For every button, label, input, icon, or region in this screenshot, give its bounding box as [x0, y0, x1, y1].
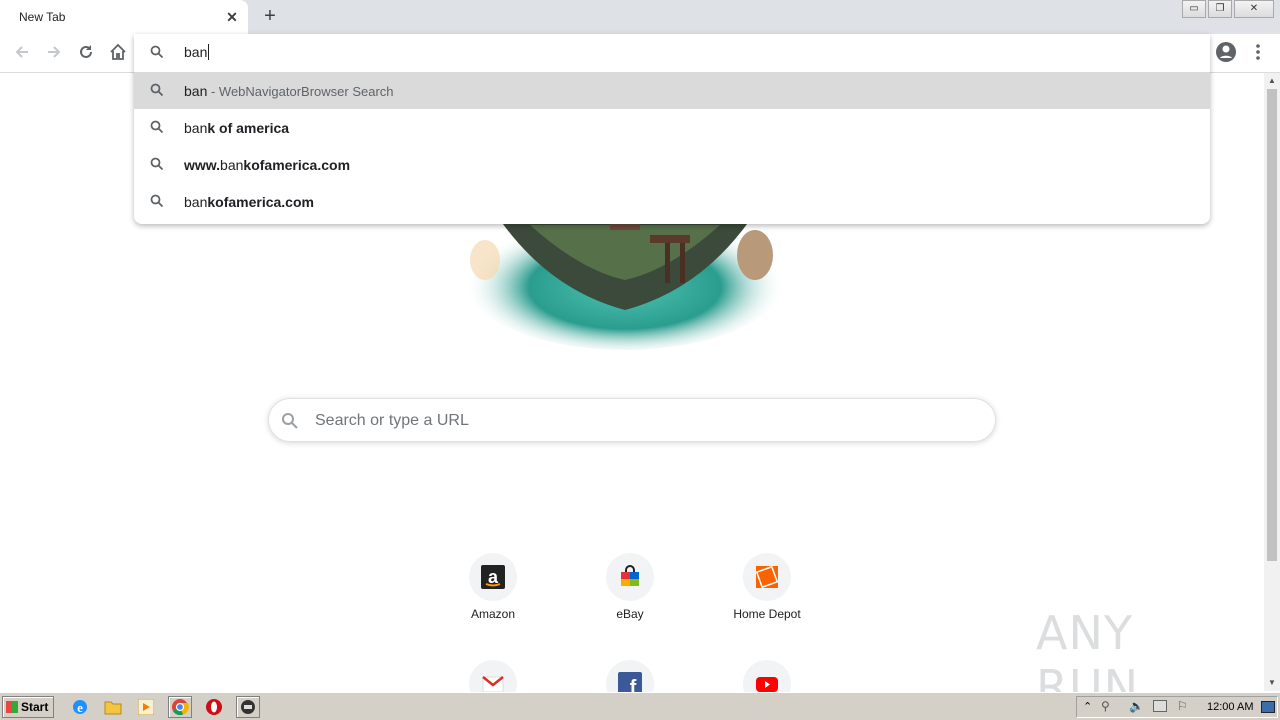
address-bar-text: ban: [184, 44, 210, 60]
opera-icon[interactable]: [202, 696, 226, 718]
internet-explorer-icon[interactable]: e: [68, 696, 92, 718]
reload-icon: [80, 45, 92, 58]
tray-search-icon[interactable]: ⚲: [1101, 699, 1110, 713]
page-scrollbar[interactable]: ▲ ▼: [1264, 73, 1280, 691]
folder-icon[interactable]: [101, 696, 125, 718]
home-depot-icon: [743, 553, 791, 601]
taskbar-clock[interactable]: 12:00 AM: [1207, 701, 1253, 713]
suggestion-item[interactable]: ban - WebNavigatorBrowser Search: [134, 72, 1210, 109]
chrome-icon[interactable]: [168, 696, 192, 718]
suggestion-item[interactable]: bank of america: [134, 109, 1210, 146]
search-icon: [150, 120, 164, 134]
search-placeholder: Search or type a URL: [315, 412, 469, 429]
menu-button[interactable]: [1246, 40, 1270, 64]
scroll-thumb[interactable]: [1267, 89, 1277, 561]
suggestion-text: bankofamerica.com: [184, 194, 314, 210]
text-caret: [208, 44, 210, 60]
start-button[interactable]: Start: [2, 696, 54, 718]
system-tray: ⌃ ⚲ 🔈 ⚐ 12:00 AM: [1076, 696, 1278, 718]
volume-icon[interactable]: 🔈: [1129, 699, 1144, 713]
search-icon: [150, 45, 164, 59]
media-player-icon[interactable]: [134, 696, 158, 718]
suggestion-text: ban - WebNavigatorBrowser Search: [184, 83, 394, 99]
suggestion-item[interactable]: www.bankofamerica.com: [134, 146, 1210, 183]
menu-icon: [1256, 44, 1260, 60]
tab-title: New Tab: [19, 10, 66, 24]
omnibox-dropdown: ban ban - WebNavigatorBrowser Search ban…: [134, 34, 1210, 224]
search-icon: [150, 83, 164, 97]
windows-logo-icon: [6, 701, 18, 713]
suggestion-text: www.bankofamerica.com: [184, 157, 351, 173]
shortcut-label: eBay: [616, 607, 644, 621]
shortcut-label: Amazon: [470, 607, 516, 621]
scroll-down-icon[interactable]: ▼: [1264, 675, 1280, 691]
arrow-right-icon: [48, 46, 61, 58]
home-button[interactable]: [106, 40, 130, 64]
tab-new-tab[interactable]: New Tab ✕: [0, 0, 248, 34]
suggestion-text: bank of america: [184, 120, 290, 136]
suggestion-item[interactable]: bankofamerica.com: [134, 183, 1210, 220]
tray-expand-icon[interactable]: ⌃: [1083, 700, 1092, 713]
page-search-box[interactable]: Search or type a URL: [268, 398, 996, 442]
scroll-up-icon[interactable]: ▲: [1264, 73, 1280, 89]
network-icon[interactable]: [1153, 700, 1167, 712]
shortcut-home-depot[interactable]: Home Depot: [712, 553, 822, 633]
search-icon: [150, 194, 164, 208]
minimize-button[interactable]: ▭: [1182, 0, 1206, 18]
tab-strip: New Tab ✕ + ▭ ❐ ✕: [0, 0, 1280, 34]
search-icon: [282, 413, 298, 429]
anyrun-watermark: ANY RUN: [1036, 606, 1140, 714]
arrow-left-icon: [15, 46, 28, 58]
address-bar[interactable]: ban: [134, 34, 1210, 72]
action-center-icon[interactable]: ⚐: [1177, 699, 1188, 713]
close-window-button[interactable]: ✕: [1234, 0, 1274, 18]
search-icon: [150, 157, 164, 171]
amazon-icon: a: [469, 553, 517, 601]
profile-icon: [1216, 42, 1236, 62]
shortcut-amazon[interactable]: a Amazon: [438, 553, 548, 633]
restore-button[interactable]: ❐: [1208, 0, 1232, 18]
back-button[interactable]: [10, 40, 34, 64]
home-icon: [110, 43, 126, 60]
shortcut-ebay[interactable]: eBay: [575, 553, 685, 633]
new-tab-button[interactable]: +: [259, 5, 281, 27]
taskbar: Start e ⌃ ⚲ 🔈 ⚐ 12:00 AM: [0, 692, 1280, 720]
app-icon[interactable]: [236, 696, 260, 718]
tab-close-icon[interactable]: ✕: [224, 9, 240, 25]
show-desktop-icon[interactable]: [1261, 701, 1275, 713]
forward-button[interactable]: [42, 40, 66, 64]
svg-text:e: e: [77, 700, 83, 715]
shortcut-label: Home Depot: [733, 607, 801, 621]
profile-button[interactable]: [1214, 40, 1238, 64]
reload-button[interactable]: [74, 40, 98, 64]
ebay-icon: [606, 553, 654, 601]
